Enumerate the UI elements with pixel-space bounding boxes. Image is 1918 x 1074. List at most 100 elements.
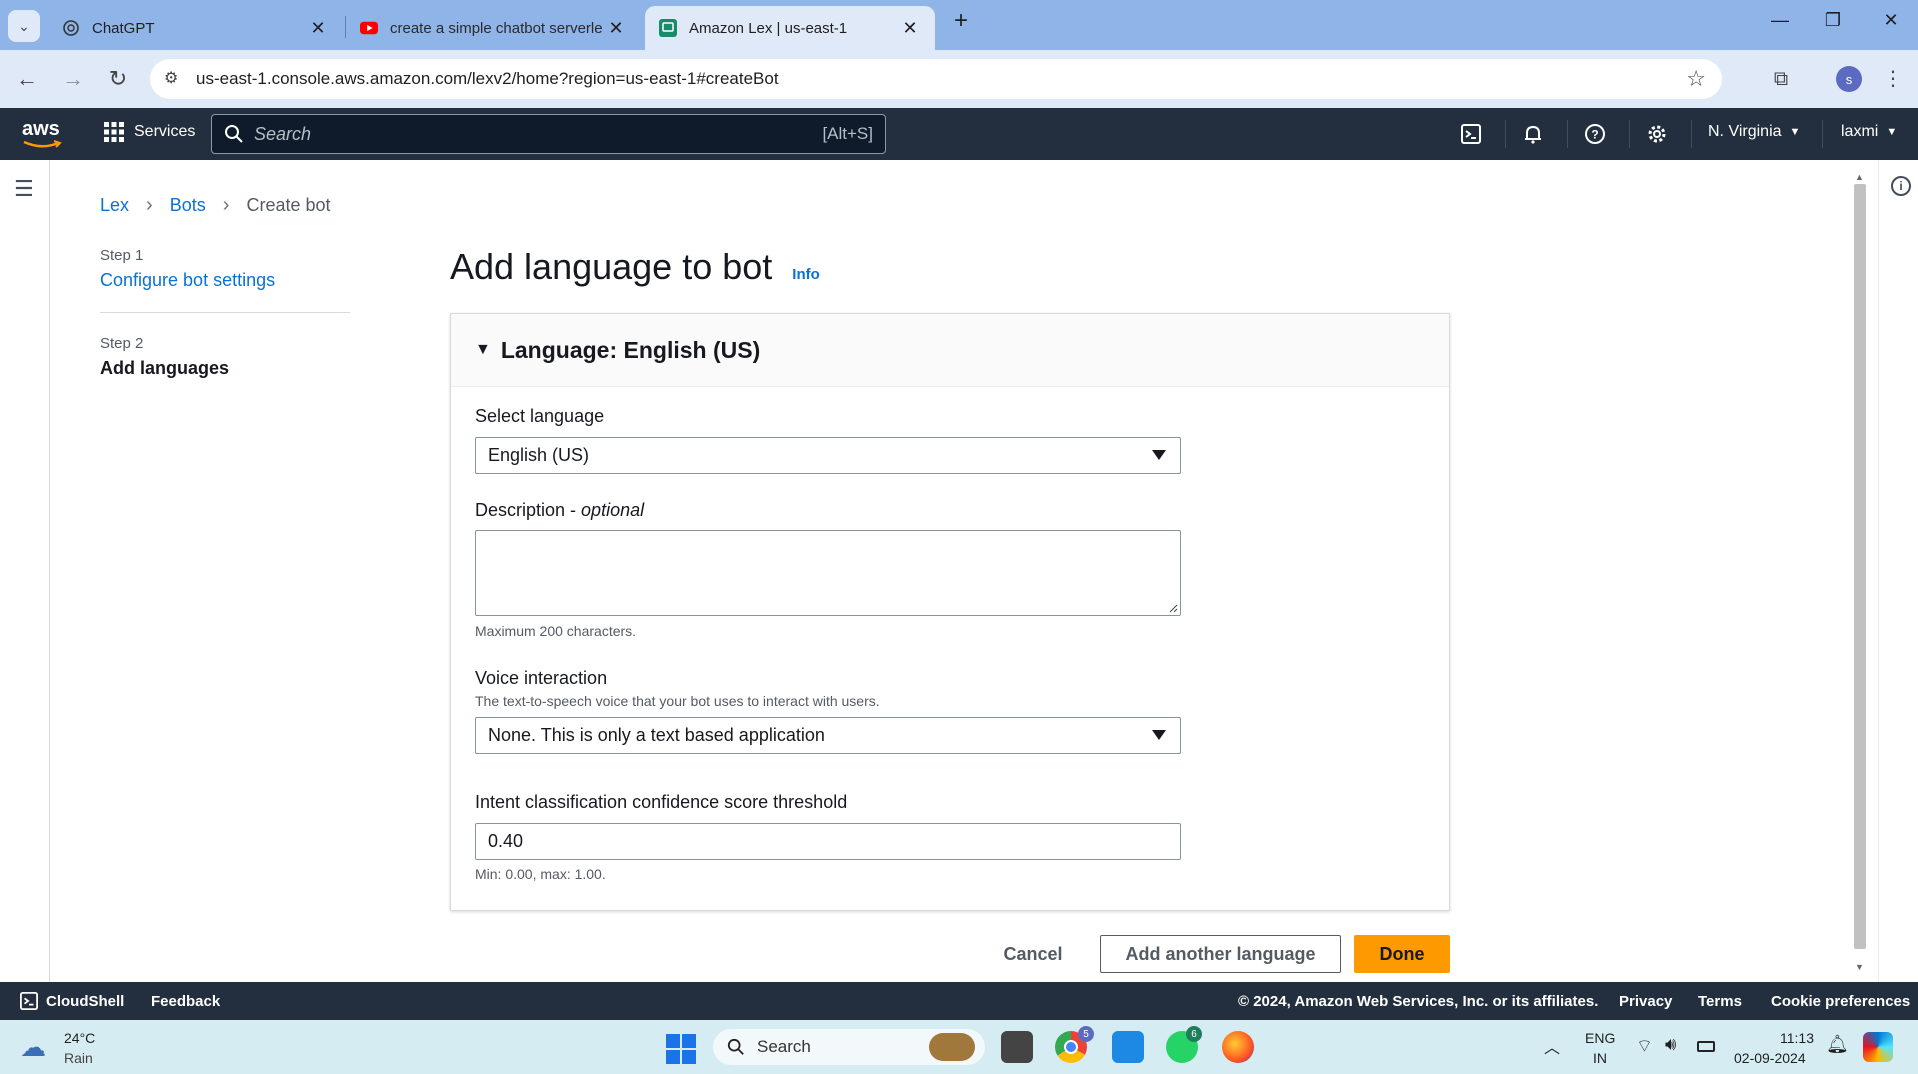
footer-privacy-link[interactable]: Privacy bbox=[1619, 993, 1672, 1010]
language-indicator-1[interactable]: ENG bbox=[1585, 1030, 1615, 1046]
tab-chatgpt[interactable]: ChatGPT ✕ bbox=[48, 6, 343, 50]
address-bar[interactable]: ⚙ us-east-1.console.aws.amazon.com/lexv2… bbox=[150, 59, 1722, 99]
cancel-button[interactable]: Cancel bbox=[994, 935, 1072, 973]
region-selector[interactable]: N. Virginia ▼ bbox=[1708, 123, 1800, 141]
aws-top-nav: aws Services Search [Alt+S] ? N. Virgini… bbox=[0, 108, 1918, 160]
weather-icon[interactable]: ☁ bbox=[20, 1032, 46, 1063]
weather-condition: Rain bbox=[64, 1050, 93, 1066]
breadcrumb: Lex › Bots › Create bot bbox=[100, 194, 331, 217]
forward-button[interactable]: → bbox=[58, 64, 88, 94]
page-title: Add language to bot Info bbox=[450, 246, 820, 288]
voice-interaction-label: Voice interaction bbox=[475, 668, 608, 688]
step-label: Step 1 bbox=[100, 247, 144, 264]
aws-logo[interactable]: aws bbox=[22, 118, 62, 148]
step-label: Step 2 bbox=[100, 335, 144, 352]
taskbar-search-box[interactable]: Search bbox=[713, 1029, 985, 1065]
notification-bell-icon[interactable]: 🔔︎ bbox=[1826, 1034, 1849, 1055]
info-link[interactable]: Info bbox=[792, 266, 820, 283]
clock-date[interactable]: 02-09-2024 bbox=[1734, 1050, 1806, 1066]
scrollbar-thumb[interactable] bbox=[1854, 184, 1866, 949]
site-info-icon[interactable]: ⚙ bbox=[164, 68, 178, 88]
page-title-text: Add language to bot bbox=[450, 246, 773, 287]
tab-amazon-lex[interactable]: Amazon Lex | us-east-1 ✕ bbox=[645, 6, 935, 50]
footer-cookie-preferences-link[interactable]: Cookie preferences bbox=[1771, 993, 1910, 1010]
amazon-lex-favicon-icon bbox=[659, 19, 677, 37]
battery-icon[interactable] bbox=[1697, 1041, 1715, 1052]
reload-button[interactable]: ↻ bbox=[103, 64, 133, 94]
aws-smile-icon bbox=[23, 140, 62, 148]
account-menu[interactable]: laxmi ▼ bbox=[1841, 123, 1897, 141]
browser-menu-icon[interactable]: ⋮ bbox=[1878, 64, 1908, 94]
chatgpt-favicon-icon bbox=[62, 19, 80, 37]
volume-icon[interactable]: 🔊︎ bbox=[1665, 1034, 1676, 1055]
step-divider bbox=[100, 312, 350, 313]
add-another-language-button[interactable]: Add another language bbox=[1100, 935, 1341, 973]
profile-avatar[interactable]: s bbox=[1836, 66, 1862, 92]
cloudshell-icon bbox=[20, 992, 38, 1010]
user-label: laxmi bbox=[1841, 123, 1879, 140]
help-icon[interactable]: ? bbox=[1581, 120, 1609, 148]
chevron-right-icon: › bbox=[222, 194, 230, 216]
whatsapp-badge: 6 bbox=[1186, 1026, 1202, 1042]
scroll-up-arrow-icon[interactable]: ▲ bbox=[1855, 172, 1864, 182]
minimize-window-button[interactable]: — bbox=[1760, 10, 1800, 31]
windows-start-icon[interactable] bbox=[666, 1034, 696, 1064]
select-language-dropdown[interactable]: English (US) bbox=[475, 437, 1181, 474]
step-link-configure-bot-settings[interactable]: Configure bot settings bbox=[100, 270, 275, 291]
chrome-badge: 5 bbox=[1078, 1026, 1094, 1042]
tab-youtube[interactable]: create a simple chatbot serverle ✕ bbox=[346, 6, 641, 50]
weather-temp: 24°C bbox=[64, 1030, 96, 1046]
close-tab-icon[interactable]: ✕ bbox=[307, 18, 329, 39]
voice-interaction-dropdown[interactable]: None. This is only a text based applicat… bbox=[475, 717, 1181, 754]
dropdown-caret-icon bbox=[1152, 730, 1166, 740]
firefox-taskbar-icon[interactable] bbox=[1222, 1031, 1254, 1063]
dropdown-caret-icon bbox=[1152, 450, 1166, 460]
chevron-right-icon: › bbox=[146, 194, 153, 216]
grid-icon bbox=[104, 122, 124, 142]
tab-search-button[interactable]: ⌄ bbox=[8, 10, 40, 42]
footer-terms-link[interactable]: Terms bbox=[1698, 993, 1742, 1010]
close-tab-icon[interactable]: ✕ bbox=[899, 18, 921, 39]
done-button[interactable]: Done bbox=[1354, 935, 1450, 973]
photos-taskbar-icon[interactable] bbox=[1112, 1031, 1144, 1063]
footer-feedback-link[interactable]: Feedback bbox=[151, 993, 220, 1010]
info-panel-icon[interactable]: i bbox=[1891, 176, 1911, 196]
settings-gear-icon[interactable] bbox=[1643, 120, 1671, 148]
breadcrumb-create-bot: Create bot bbox=[246, 195, 331, 215]
new-tab-button[interactable]: + bbox=[941, 7, 981, 35]
extensions-icon[interactable]: ⧉ bbox=[1766, 64, 1796, 94]
bookmark-star-icon[interactable]: ☆ bbox=[1686, 66, 1706, 92]
voice-interaction-value: None. This is only a text based applicat… bbox=[488, 725, 825, 745]
back-button[interactable]: ← bbox=[12, 64, 42, 94]
language-indicator-2[interactable]: IN bbox=[1593, 1050, 1607, 1066]
description-textarea[interactable] bbox=[475, 530, 1181, 616]
language-card-header[interactable]: ▼ Language: English (US) bbox=[451, 314, 1449, 387]
tab-title: Amazon Lex | us-east-1 bbox=[689, 19, 848, 37]
hamburger-menu-icon[interactable]: ☰ bbox=[14, 176, 34, 202]
clock-time[interactable]: 11:13 bbox=[1780, 1030, 1814, 1046]
breadcrumb-bots[interactable]: Bots bbox=[170, 195, 206, 215]
page-scrollbar[interactable]: ▲ ▼ bbox=[1852, 172, 1868, 972]
select-language-label: Select language bbox=[475, 406, 605, 426]
restore-window-button[interactable]: ❐ bbox=[1813, 10, 1853, 31]
footer-cloudshell-link[interactable]: CloudShell bbox=[46, 993, 124, 1010]
services-menu[interactable]: Services bbox=[104, 122, 195, 142]
threshold-input[interactable]: 0.40 bbox=[475, 823, 1181, 860]
chevron-up-icon[interactable]: ︿ bbox=[1544, 1034, 1560, 1058]
notifications-bell-icon[interactable] bbox=[1519, 120, 1547, 148]
url-text: us-east-1.console.aws.amazon.com/lexv2/h… bbox=[196, 69, 779, 88]
close-tab-icon[interactable]: ✕ bbox=[605, 18, 627, 39]
aws-search-input[interactable]: Search [Alt+S] bbox=[211, 114, 886, 154]
wifi-icon[interactable]: ⌔ bbox=[1636, 1035, 1653, 1058]
scroll-down-arrow-icon[interactable]: ▼ bbox=[1855, 962, 1864, 972]
footer-copyright: © 2024, Amazon Web Services, Inc. or its… bbox=[1238, 993, 1599, 1010]
copilot-icon[interactable] bbox=[1863, 1032, 1893, 1062]
task-view-icon[interactable] bbox=[1001, 1031, 1033, 1063]
header-divider bbox=[1629, 120, 1630, 148]
breadcrumb-lex[interactable]: Lex bbox=[100, 195, 129, 215]
voice-interaction-description: The text-to-speech voice that your bot u… bbox=[475, 693, 880, 709]
close-window-button[interactable]: ✕ bbox=[1871, 10, 1911, 31]
resize-handle-icon[interactable] bbox=[1168, 603, 1178, 613]
cloudshell-icon[interactable] bbox=[1457, 120, 1485, 148]
search-placeholder: Search bbox=[254, 123, 312, 144]
